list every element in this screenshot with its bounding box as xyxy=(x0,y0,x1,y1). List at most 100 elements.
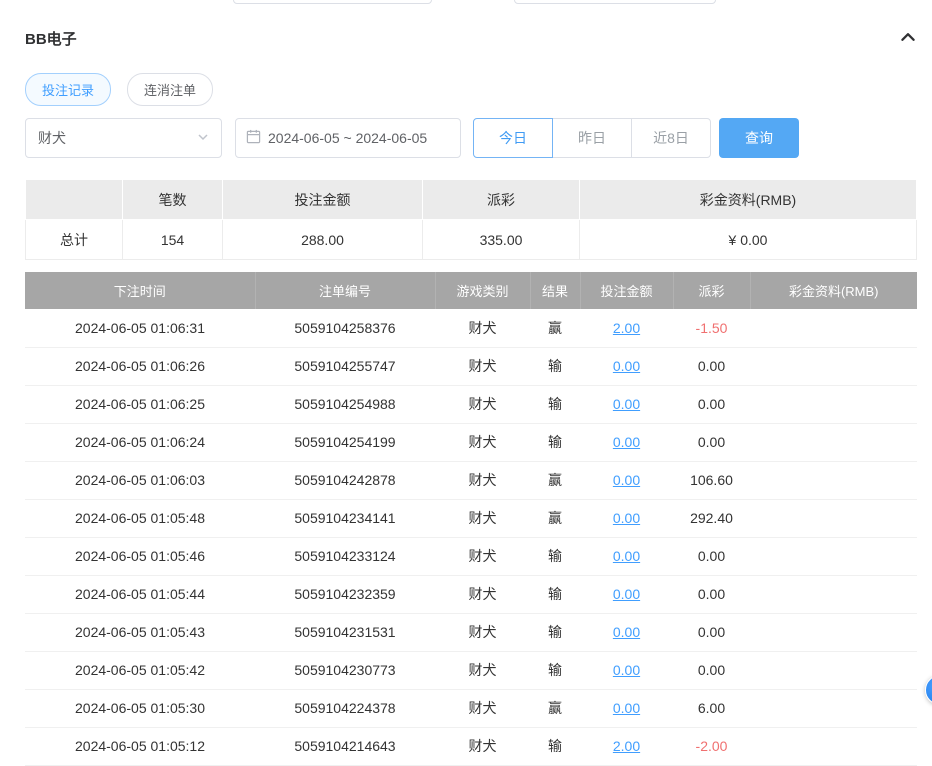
record-tabs: 投注记录 连消注单 xyxy=(25,73,917,106)
result-cell: 输 xyxy=(530,347,580,385)
table-row: 2024-06-05 01:05:125059104214643财犬输2.00-… xyxy=(25,727,917,765)
chevron-up-icon xyxy=(899,28,917,49)
table-row: 2024-06-05 01:06:315059104258376财犬赢2.00-… xyxy=(25,309,917,347)
order-number-cell: 5059104214643 xyxy=(255,727,435,765)
bet-amount-link[interactable]: 0.00 xyxy=(613,624,640,640)
summary-header-cell: 派彩 xyxy=(423,180,580,220)
result-cell: 赢 xyxy=(530,461,580,499)
game-type-cell: 财犬 xyxy=(435,575,530,613)
payout-cell: 6.00 xyxy=(673,689,750,727)
bet-amount-cell: 0.00 xyxy=(580,385,673,423)
bet-time-cell: 2024-06-05 01:06:03 xyxy=(25,461,255,499)
bet-amount-link[interactable]: 0.00 xyxy=(613,548,640,564)
bet-time-cell: 2024-06-05 01:05:42 xyxy=(25,651,255,689)
bet-amount-link[interactable]: 2.00 xyxy=(613,320,640,336)
bet-amount-link[interactable]: 0.00 xyxy=(613,700,640,716)
bet-amount-link[interactable]: 0.00 xyxy=(613,472,640,488)
bet-amount-cell: 2.00 xyxy=(580,309,673,347)
game-type-cell: 财犬 xyxy=(435,499,530,537)
summary-table: 笔数投注金额派彩彩金资料(RMB) 总计154288.00335.00¥ 0.0… xyxy=(25,179,917,260)
summary-header-cell xyxy=(26,180,123,220)
bonus-cell xyxy=(750,537,917,575)
bet-amount-link[interactable]: 0.00 xyxy=(613,662,640,678)
bet-table-body: 2024-06-05 01:06:315059104258376财犬赢2.00-… xyxy=(25,309,917,765)
result-cell: 输 xyxy=(530,423,580,461)
bet-amount-link[interactable]: 0.00 xyxy=(613,586,640,602)
bonus-cell xyxy=(750,575,917,613)
last-8-days-button[interactable]: 近8日 xyxy=(631,118,711,158)
bonus-cell xyxy=(750,461,917,499)
bet-amount-link[interactable]: 0.00 xyxy=(613,510,640,526)
bet-time-cell: 2024-06-05 01:05:46 xyxy=(25,537,255,575)
bet-amount-link[interactable]: 2.00 xyxy=(613,738,640,754)
game-type-cell: 财犬 xyxy=(435,309,530,347)
tab-cancelled-orders[interactable]: 连消注单 xyxy=(127,73,213,106)
result-cell: 赢 xyxy=(530,309,580,347)
collapse-button[interactable] xyxy=(899,28,917,49)
date-range-input[interactable]: 2024-06-05 ~ 2024-06-05 xyxy=(235,118,461,158)
payout-cell: 0.00 xyxy=(673,575,750,613)
table-row: 2024-06-05 01:05:445059104232359财犬输0.000… xyxy=(25,575,917,613)
section-header: BB电子 xyxy=(25,0,917,49)
bet-amount-cell: 0.00 xyxy=(580,347,673,385)
bet-amount-cell: 0.00 xyxy=(580,689,673,727)
bonus-cell xyxy=(750,499,917,537)
bet-amount-link[interactable]: 0.00 xyxy=(613,434,640,450)
table-row: 2024-06-05 01:05:425059104230773财犬输0.000… xyxy=(25,651,917,689)
summary-header-cell: 彩金资料(RMB) xyxy=(580,180,917,220)
bet-time-cell: 2024-06-05 01:05:12 xyxy=(25,727,255,765)
game-select[interactable]: 财犬 xyxy=(25,118,222,158)
summary-value-cell: 335.00 xyxy=(423,220,580,260)
game-type-cell: 财犬 xyxy=(435,423,530,461)
summary-data-row: 总计154288.00335.00¥ 0.00 xyxy=(26,220,917,260)
table-row: 2024-06-05 01:05:485059104234141财犬赢0.002… xyxy=(25,499,917,537)
bet-amount-cell: 0.00 xyxy=(580,537,673,575)
summary-header-cell: 笔数 xyxy=(123,180,223,220)
result-cell: 输 xyxy=(530,385,580,423)
query-button[interactable]: 查询 xyxy=(719,118,799,158)
result-cell: 输 xyxy=(530,537,580,575)
bet-time-cell: 2024-06-05 01:06:26 xyxy=(25,347,255,385)
order-number-cell: 5059104255747 xyxy=(255,347,435,385)
bet-time-cell: 2024-06-05 01:05:43 xyxy=(25,613,255,651)
bb-electronics-section: BB电子 投注记录 连消注单 财犬 2024-06-05 ~ 2024-06-0… xyxy=(0,0,932,766)
summary-value-cell: 154 xyxy=(123,220,223,260)
game-type-cell: 财犬 xyxy=(435,461,530,499)
top-clipped-input-right[interactable] xyxy=(514,0,716,4)
bonus-cell xyxy=(750,347,917,385)
top-clipped-input-left[interactable] xyxy=(233,0,432,4)
bet-amount-cell: 0.00 xyxy=(580,499,673,537)
tab-bet-records[interactable]: 投注记录 xyxy=(25,73,111,106)
summary-value-cell: 288.00 xyxy=(223,220,423,260)
table-row: 2024-06-05 01:06:255059104254988财犬输0.000… xyxy=(25,385,917,423)
game-type-cell: 财犬 xyxy=(435,689,530,727)
game-type-cell: 财犬 xyxy=(435,613,530,651)
bet-amount-cell: 0.00 xyxy=(580,613,673,651)
result-cell: 输 xyxy=(530,727,580,765)
today-button[interactable]: 今日 xyxy=(473,118,553,158)
payout-cell: 0.00 xyxy=(673,385,750,423)
order-number-cell: 5059104233124 xyxy=(255,537,435,575)
yesterday-button[interactable]: 昨日 xyxy=(552,118,632,158)
game-type-cell: 财犬 xyxy=(435,651,530,689)
payout-cell: 0.00 xyxy=(673,537,750,575)
bet-time-cell: 2024-06-05 01:06:25 xyxy=(25,385,255,423)
bet-time-cell: 2024-06-05 01:05:48 xyxy=(25,499,255,537)
game-type-cell: 财犬 xyxy=(435,385,530,423)
order-number-cell: 5059104230773 xyxy=(255,651,435,689)
table-row: 2024-06-05 01:06:035059104242878财犬赢0.001… xyxy=(25,461,917,499)
chevron-down-icon xyxy=(197,130,209,146)
column-header: 注单编号 xyxy=(255,272,435,309)
column-header: 派彩 xyxy=(673,272,750,309)
column-header: 游戏类别 xyxy=(435,272,530,309)
column-header: 结果 xyxy=(530,272,580,309)
column-header: 投注金额 xyxy=(580,272,673,309)
bet-amount-cell: 0.00 xyxy=(580,423,673,461)
filter-bar: 财犬 2024-06-05 ~ 2024-06-05 今日 昨日 近8日 查询 xyxy=(25,118,917,158)
result-cell: 赢 xyxy=(530,499,580,537)
bet-amount-link[interactable]: 0.00 xyxy=(613,396,640,412)
bet-amount-link[interactable]: 0.00 xyxy=(613,358,640,374)
game-select-value: 财犬 xyxy=(38,128,66,148)
order-number-cell: 5059104231531 xyxy=(255,613,435,651)
page-title: BB电子 xyxy=(25,28,77,49)
